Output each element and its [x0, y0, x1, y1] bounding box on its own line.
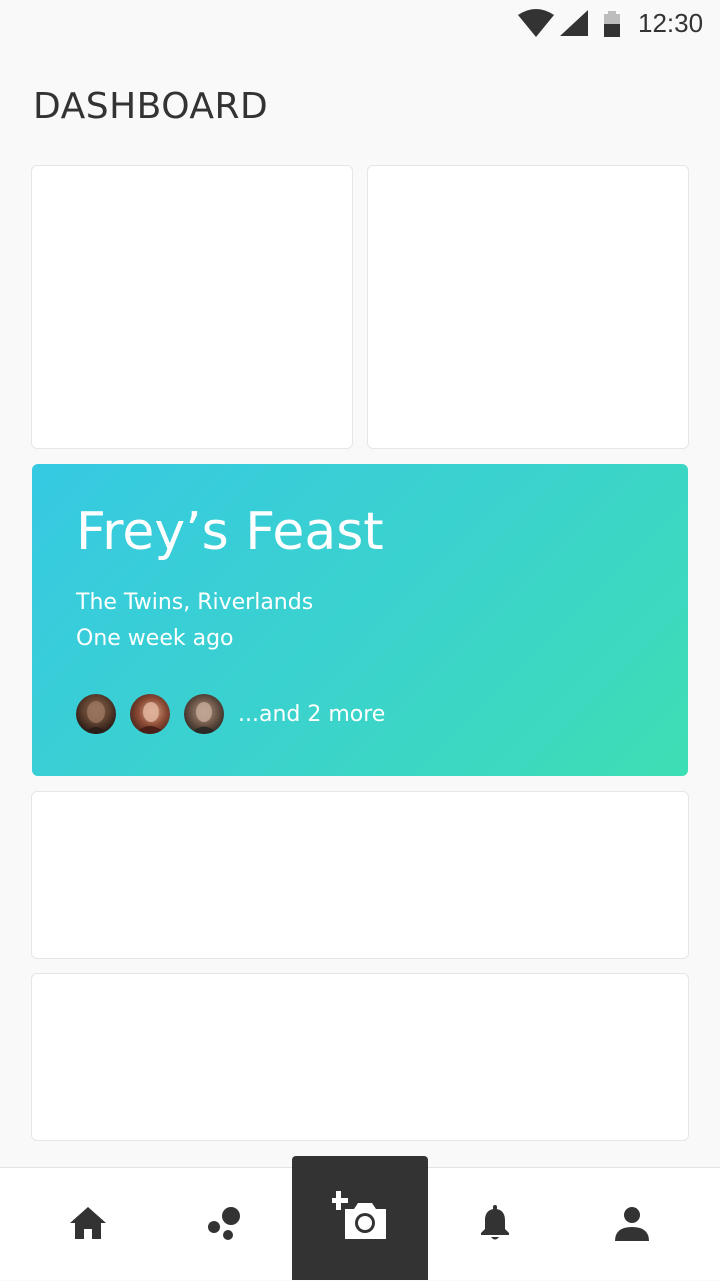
bell-icon	[480, 1204, 510, 1245]
avatar[interactable]	[184, 694, 224, 734]
event-time: One week ago	[76, 626, 234, 651]
nav-profile-button[interactable]	[582, 1168, 682, 1281]
more-attendees-link[interactable]: ...and 2 more	[238, 702, 385, 727]
dashboard-card[interactable]	[31, 973, 689, 1141]
status-bar: 12:30	[0, 0, 720, 48]
user-icon	[614, 1205, 650, 1245]
home-icon	[68, 1205, 108, 1245]
event-location: The Twins, Riverlands	[76, 590, 314, 615]
status-time: 12:30	[638, 8, 704, 38]
nav-home-button[interactable]	[38, 1168, 138, 1281]
signal-icon	[560, 10, 588, 40]
add-photo-icon	[329, 1191, 388, 1245]
dashboard-card[interactable]	[31, 791, 689, 959]
avatar[interactable]	[130, 694, 170, 734]
discover-icon	[206, 1206, 242, 1244]
nav-discover-button[interactable]	[174, 1168, 274, 1281]
dashboard-card[interactable]	[367, 165, 689, 449]
event-card[interactable]: Frey’s Feast The Twins, Riverlands One w…	[32, 464, 688, 776]
event-title: Frey’s Feast	[76, 502, 384, 562]
avatar[interactable]	[76, 694, 116, 734]
nav-notifications-button[interactable]	[445, 1168, 545, 1281]
dashboard-card[interactable]	[31, 165, 353, 449]
nav-add-photo-button[interactable]	[292, 1156, 428, 1280]
page-title: DASHBOARD	[33, 86, 269, 127]
wifi-icon	[518, 9, 554, 41]
battery-icon	[604, 11, 620, 41]
